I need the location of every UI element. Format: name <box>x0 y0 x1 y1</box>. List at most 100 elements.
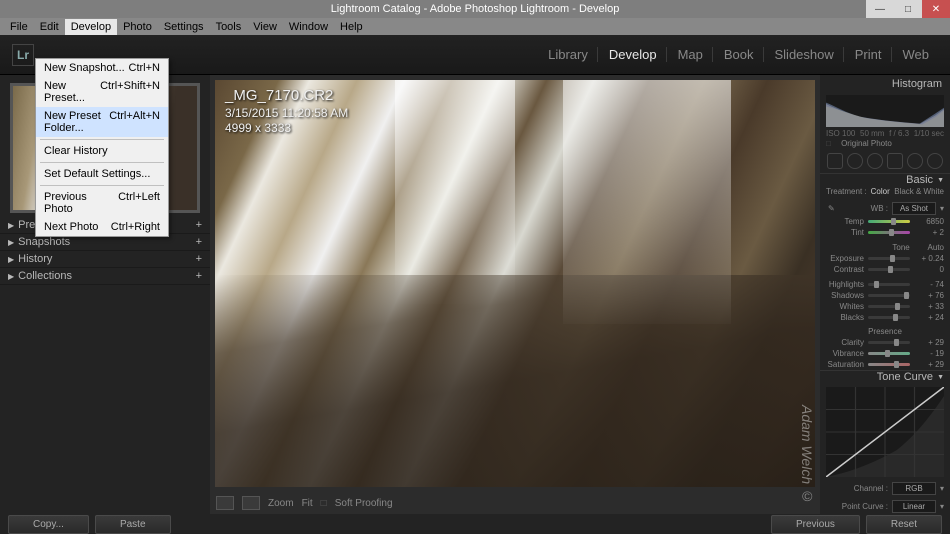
blacks-label: Blacks <box>840 313 864 322</box>
tone-curve-display[interactable] <box>826 387 944 477</box>
bottom-toolbar: Zoom Fit □ Soft Proofing <box>210 492 820 514</box>
menu-item-set-default-settings[interactable]: Set Default Settings... <box>36 165 168 183</box>
treatment-color[interactable]: Color <box>871 187 890 196</box>
menu-view[interactable]: View <box>247 19 283 35</box>
menu-item-previous-photo[interactable]: Previous PhotoCtrl+Left <box>36 188 168 218</box>
window-title: Lightroom Catalog - Adobe Photoshop Ligh… <box>331 3 620 15</box>
saturation-label: Saturation <box>828 360 864 369</box>
saturation-value[interactable]: + 29 <box>914 360 944 369</box>
close-button[interactable]: ✕ <box>922 0 950 18</box>
soft-proofing-label[interactable]: Soft Proofing <box>335 498 393 509</box>
module-slideshow[interactable]: Slideshow <box>766 47 844 62</box>
shadows-label: Shadows <box>831 291 864 300</box>
menu-item-new-snapshot[interactable]: New Snapshot...Ctrl+N <box>36 59 168 77</box>
treatment-bw[interactable]: Black & White <box>894 187 944 196</box>
menu-tools[interactable]: Tools <box>210 19 248 35</box>
module-library[interactable]: Library <box>539 47 598 62</box>
panel-collections[interactable]: ▶Collections+ <box>0 268 210 285</box>
previous-button[interactable]: Previous <box>771 515 860 534</box>
brush-tool-icon[interactable] <box>927 153 943 169</box>
tint-slider[interactable] <box>868 231 910 234</box>
auto-tone-button[interactable]: Auto <box>928 243 944 252</box>
menu-item-next-photo[interactable]: Next PhotoCtrl+Right <box>36 218 168 236</box>
maximize-button[interactable]: □ <box>894 0 922 18</box>
tool-strip <box>820 149 950 173</box>
center-view: _MG_7170.CR2 3/15/2015 11:20:58 AM 4999 … <box>210 75 820 514</box>
module-map[interactable]: Map <box>669 47 713 62</box>
blacks-slider[interactable] <box>868 316 910 319</box>
temp-value[interactable]: 6850 <box>914 217 944 226</box>
clarity-value[interactable]: + 29 <box>914 338 944 347</box>
module-book[interactable]: Book <box>715 47 764 62</box>
vibrance-value[interactable]: - 19 <box>914 349 944 358</box>
histogram-display[interactable] <box>826 95 944 127</box>
radial-tool-icon[interactable] <box>907 153 923 169</box>
original-photo-label[interactable]: Original Photo <box>841 139 892 148</box>
menu-item-new-preset[interactable]: New Preset...Ctrl+Shift+N <box>36 77 168 107</box>
module-web[interactable]: Web <box>894 47 939 62</box>
vibrance-slider[interactable] <box>868 352 910 355</box>
before-after-button[interactable] <box>242 496 260 510</box>
menu-help[interactable]: Help <box>334 19 369 35</box>
window-titlebar: Lightroom Catalog - Adobe Photoshop Ligh… <box>0 0 950 18</box>
image-dimensions: 4999 x 3333 <box>225 121 348 137</box>
fit-label[interactable]: Fit <box>302 498 313 509</box>
highlights-value[interactable]: - 74 <box>914 280 944 289</box>
highlights-slider[interactable] <box>868 283 910 286</box>
left-panel: New Snapshot...Ctrl+NNew Preset...Ctrl+S… <box>0 75 210 514</box>
contrast-value[interactable]: 0 <box>914 265 944 274</box>
module-print[interactable]: Print <box>846 47 892 62</box>
exposure-label: Exposure <box>830 254 864 263</box>
menu-window[interactable]: Window <box>283 19 334 35</box>
panel-history[interactable]: ▶History+ <box>0 251 210 268</box>
shadows-value[interactable]: + 76 <box>914 291 944 300</box>
temp-label: Temp <box>844 217 864 226</box>
menu-edit[interactable]: Edit <box>34 19 65 35</box>
treatment-label: Treatment : <box>826 187 867 196</box>
focal-value: 50 mm <box>860 129 884 138</box>
module-develop[interactable]: Develop <box>600 47 667 62</box>
tint-label: Tint <box>851 228 864 237</box>
paste-button[interactable]: Paste <box>95 515 171 534</box>
watermark-text: Adam Welch © <box>799 405 815 504</box>
temp-slider[interactable] <box>868 220 910 223</box>
basic-panel-header[interactable]: Basic▼ <box>820 173 950 186</box>
menu-file[interactable]: File <box>4 19 34 35</box>
blacks-value[interactable]: + 24 <box>914 313 944 322</box>
shadows-slider[interactable] <box>868 294 910 297</box>
menu-settings[interactable]: Settings <box>158 19 210 35</box>
develop-menu-dropdown: New Snapshot...Ctrl+NNew Preset...Ctrl+S… <box>35 58 169 237</box>
contrast-slider[interactable] <box>868 268 910 271</box>
contrast-label: Contrast <box>834 265 864 274</box>
loupe-view-button[interactable] <box>216 496 234 510</box>
spot-tool-icon[interactable] <box>847 153 863 169</box>
exposure-slider[interactable] <box>868 257 910 260</box>
eyedropper-icon[interactable]: ✎ <box>828 204 835 213</box>
whites-slider[interactable] <box>868 305 910 308</box>
redeye-tool-icon[interactable] <box>867 153 883 169</box>
image-datetime: 3/15/2015 11:20:58 AM <box>225 106 348 122</box>
channel-select[interactable]: RGB <box>892 482 936 495</box>
whites-value[interactable]: + 33 <box>914 302 944 311</box>
tint-value[interactable]: + 2 <box>914 228 944 237</box>
pointcurve-select[interactable]: Linear <box>892 500 936 513</box>
histogram-meta: ISO 100 50 mm f / 6.3 1/10 sec <box>820 129 950 138</box>
gradient-tool-icon[interactable] <box>887 153 903 169</box>
highlights-label: Highlights <box>829 280 864 289</box>
tone-curve-header[interactable]: Tone Curve▼ <box>820 370 950 383</box>
image-canvas[interactable]: _MG_7170.CR2 3/15/2015 11:20:58 AM 4999 … <box>215 80 815 487</box>
exposure-value[interactable]: + 0.24 <box>914 254 944 263</box>
clarity-slider[interactable] <box>868 341 910 344</box>
menu-item-new-preset-folder[interactable]: New Preset Folder...Ctrl+Alt+N <box>36 107 168 137</box>
menu-item-clear-history[interactable]: Clear History <box>36 142 168 160</box>
image-info-overlay: _MG_7170.CR2 3/15/2015 11:20:58 AM 4999 … <box>225 86 348 137</box>
minimize-button[interactable]: — <box>866 0 894 18</box>
copy-button[interactable]: Copy... <box>8 515 89 534</box>
wb-select[interactable]: As Shot <box>892 202 936 215</box>
menu-photo[interactable]: Photo <box>117 19 158 35</box>
crop-tool-icon[interactable] <box>827 153 843 169</box>
menu-develop[interactable]: Develop <box>65 19 117 35</box>
menu-bar: FileEditDevelopPhotoSettingsToolsViewWin… <box>0 18 950 35</box>
saturation-slider[interactable] <box>868 363 910 366</box>
reset-button[interactable]: Reset <box>866 515 942 534</box>
